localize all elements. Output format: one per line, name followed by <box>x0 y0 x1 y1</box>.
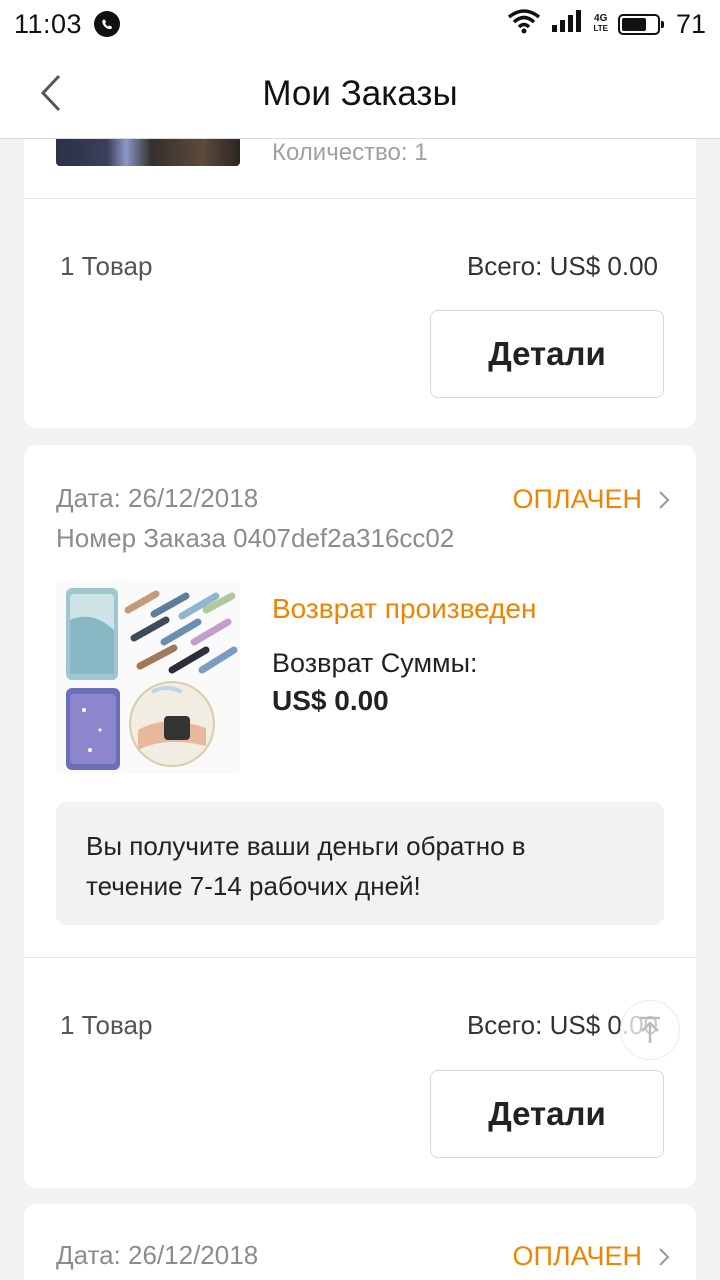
refund-amount: US$ 0.00 <box>272 685 389 716</box>
details-button[interactable]: Детали <box>430 1070 664 1158</box>
details-button[interactable]: Детали <box>430 310 664 398</box>
chevron-right-icon[interactable] <box>654 1247 674 1267</box>
order-status[interactable]: ОПЛАЧЕН <box>512 1241 642 1272</box>
refund-amount-label: Возврат Суммы: <box>272 648 478 678</box>
signal-icon <box>551 9 583 40</box>
status-right: 4G LTE 71 <box>507 8 706 41</box>
network-type-sub: LTE <box>593 24 608 33</box>
scroll-to-top-button[interactable] <box>620 1000 680 1060</box>
quantity-text: Количество: 1 <box>272 139 428 166</box>
product-image[interactable] <box>56 580 240 774</box>
order-number: Номер Заказа 0407def2a316cc02 <box>56 523 455 553</box>
items-count: 1 Товар <box>60 1010 153 1040</box>
items-count: 1 Товар <box>60 251 153 281</box>
status-bar: 11:03 4G LTE 71 <box>0 0 720 48</box>
arrow-up-icon <box>640 1016 660 1043</box>
product-thumbnail[interactable] <box>56 139 240 166</box>
app-bar: Мои Заказы <box>0 48 720 139</box>
network-type: 4G LTE <box>593 14 608 34</box>
network-type-label: 4G <box>594 13 608 24</box>
battery-level: 71 <box>675 8 706 39</box>
wifi-icon <box>507 8 541 41</box>
orders-list[interactable]: Количество: 1 1 Товар Всего: US$ 0.00 Де… <box>0 139 720 1280</box>
divider <box>24 198 696 199</box>
order-card: Количество: 1 1 Товар Всего: US$ 0.00 Де… <box>24 139 696 428</box>
chevron-right-icon[interactable] <box>654 490 674 510</box>
order-date: Дата: 26/12/2018 <box>56 483 259 513</box>
order-date: Дата: 26/12/2018 <box>56 1240 259 1270</box>
order-status[interactable]: ОПЛАЧЕН <box>512 484 642 515</box>
refund-status: Возврат произведен <box>272 593 537 624</box>
refund-notice: Вы получите ваши деньги обратно в течени… <box>56 802 664 925</box>
status-time: 11:03 <box>14 8 83 39</box>
page-title: Мои Заказы <box>262 74 458 113</box>
divider <box>24 957 696 958</box>
order-card: Дата: 26/12/2018 ОПЛАЧЕН Номер Заказа 04… <box>24 445 696 1188</box>
order-card: Дата: 26/12/2018 ОПЛАЧЕН <box>24 1204 696 1280</box>
whatsapp-icon <box>94 11 121 37</box>
battery-icon <box>617 13 664 35</box>
refund-notice-line: течение 7-14 рабочих дней! <box>86 871 421 901</box>
order-total: Всего: US$ 0.00 <box>466 251 658 281</box>
refund-notice-line: Вы получите ваши деньги обратно в <box>86 831 526 861</box>
